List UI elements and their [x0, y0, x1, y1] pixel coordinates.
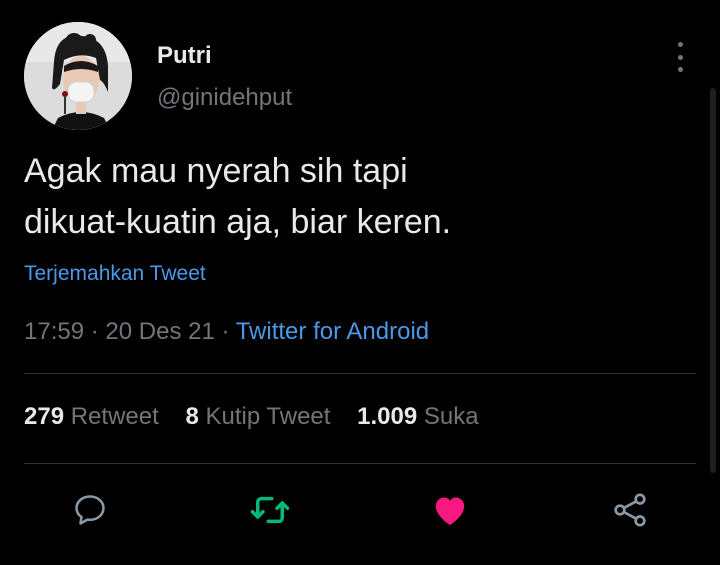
divider: [24, 463, 696, 464]
separator: ·: [221, 318, 230, 345]
tweet-metadata: 17:59 · 20 Des 21 · Twitter for Android: [24, 318, 429, 346]
tweet-text-line: dikuat-kuatin aja, biar keren.: [24, 203, 452, 241]
tweet-text: Agak mau nyerah sih tapi dikuat-kuatin a…: [24, 146, 664, 248]
retweet-icon: [250, 496, 290, 524]
tweet-time[interactable]: 17:59: [24, 318, 84, 345]
tweet-text-line: Agak mau nyerah sih tapi: [24, 152, 408, 190]
scrollbar[interactable]: [710, 88, 716, 473]
retweet-count-label: Retweet: [70, 403, 159, 430]
like-count[interactable]: 1.009 Suka: [357, 403, 478, 430]
tweet-date[interactable]: 20 Des 21: [105, 318, 214, 345]
tweet-source-link[interactable]: Twitter for Android: [236, 318, 429, 345]
like-count-number: 1.009: [357, 403, 418, 430]
retweet-count[interactable]: 279 Retweet: [24, 403, 159, 430]
retweet-count-number: 279: [24, 403, 65, 430]
share-icon: [614, 493, 646, 527]
tweet-stats: 279 Retweet 8 Kutip Tweet 1.009 Suka: [24, 403, 499, 431]
divider: [24, 373, 696, 374]
user-handle[interactable]: @ginidehput: [157, 84, 292, 112]
like-button[interactable]: [428, 488, 472, 532]
reply-button[interactable]: [68, 488, 112, 532]
quote-count[interactable]: 8 Kutip Tweet: [185, 403, 330, 430]
avatar-photo: [24, 22, 132, 130]
display-name[interactable]: Putri: [157, 42, 212, 70]
heart-filled-icon: [435, 497, 465, 525]
quote-count-label: Kutip Tweet: [205, 403, 331, 430]
avatar[interactable]: [24, 22, 132, 130]
reply-icon: [75, 495, 105, 525]
retweet-button[interactable]: [248, 488, 292, 532]
translate-tweet-link[interactable]: Terjemahkan Tweet: [24, 262, 206, 286]
like-count-label: Suka: [423, 403, 479, 430]
quote-count-number: 8: [185, 403, 199, 430]
separator: ·: [90, 318, 99, 345]
more-options-icon[interactable]: [670, 42, 690, 72]
share-button[interactable]: [608, 488, 652, 532]
